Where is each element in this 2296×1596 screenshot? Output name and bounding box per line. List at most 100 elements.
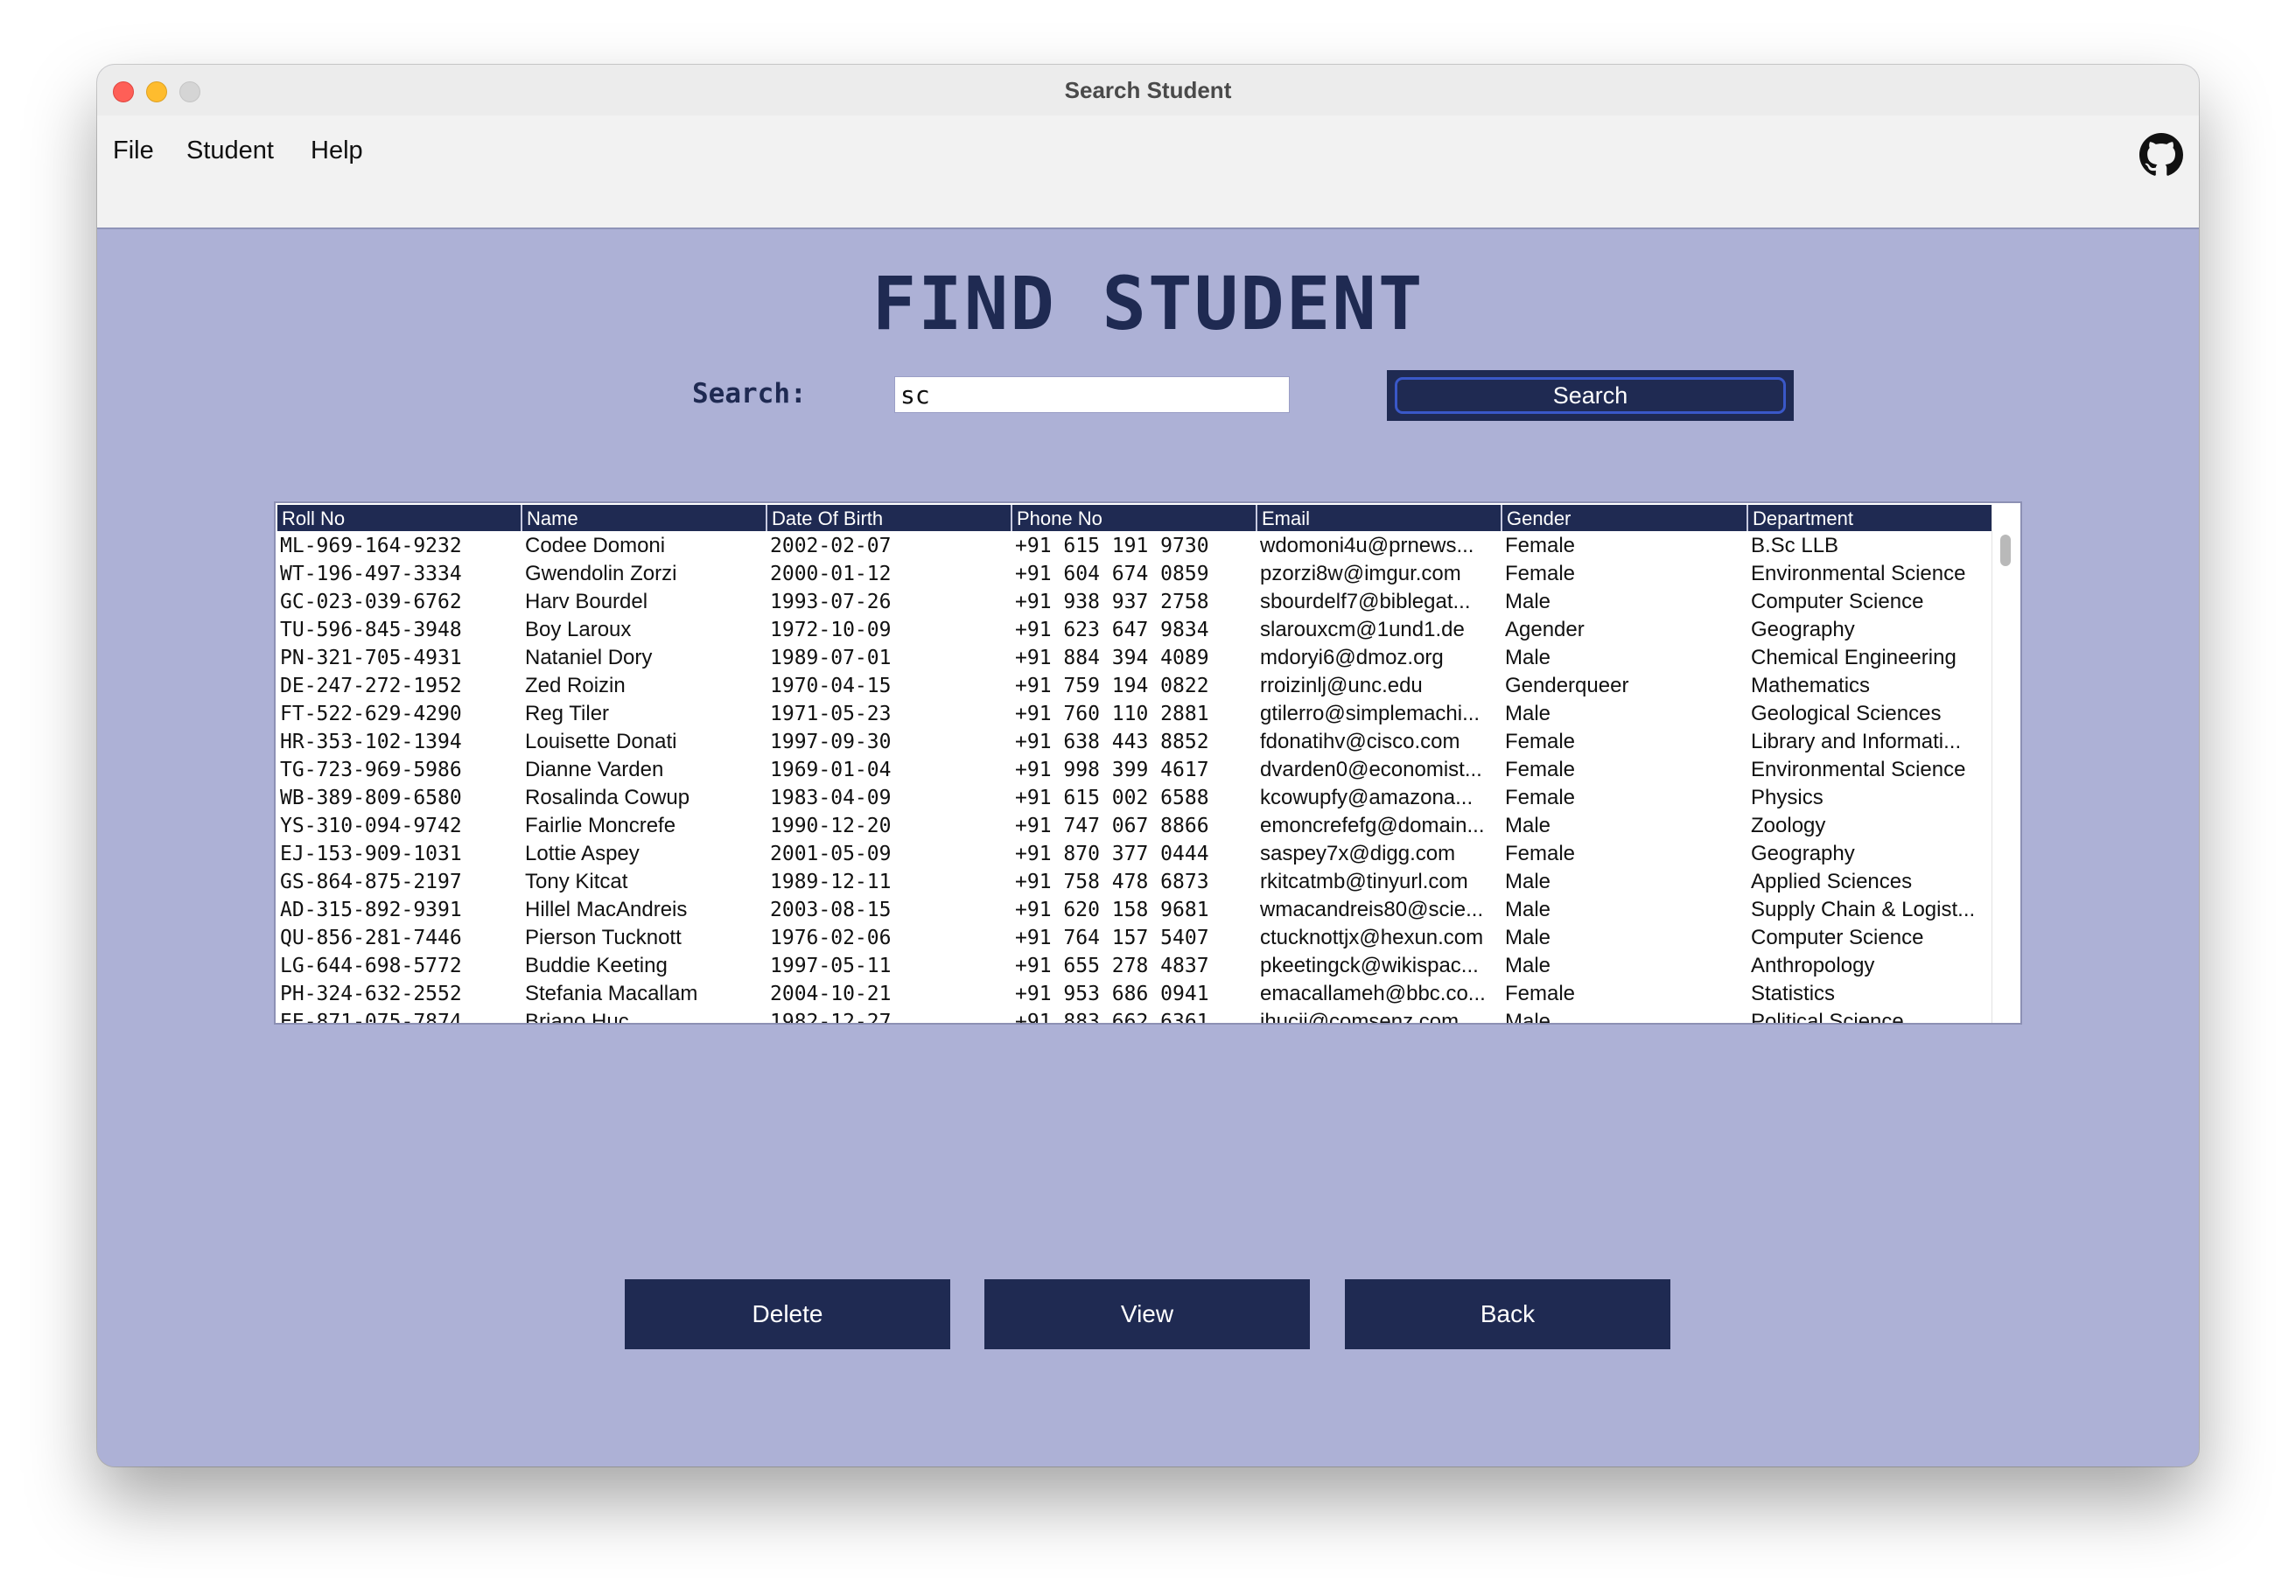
cell-roll-no: WT-196-497-3334 xyxy=(280,563,462,585)
menu-file[interactable]: File xyxy=(113,136,154,165)
cell-gender: Female xyxy=(1505,534,1576,557)
table-scrollbar[interactable] xyxy=(1992,505,2019,1023)
column-header-department[interactable]: Department xyxy=(1748,505,1995,531)
cell-roll-no: TU-596-845-3948 xyxy=(280,619,462,641)
column-header-email[interactable]: Email xyxy=(1257,505,1502,531)
table-row[interactable]: AD-315-892-9391 Hillel MacAndreis 2003-08-… xyxy=(277,897,1995,925)
back-button[interactable]: Back xyxy=(1345,1279,1670,1349)
table-row[interactable]: EJ-153-909-1031 Lottie Aspey 2001-05-09 +91… xyxy=(277,841,1995,869)
cell-gender: Male xyxy=(1505,702,1551,725)
table-row[interactable]: YS-310-094-9742 Fairlie Moncrefe 1990-12-2… xyxy=(277,813,1995,841)
cell-gender: Male xyxy=(1505,1010,1551,1023)
cell-gender: Male xyxy=(1505,590,1551,613)
table-row[interactable]: TG-723-969-5986 Dianne Varden 1969-01-04 +9… xyxy=(277,757,1995,785)
table-row[interactable]: WB-389-809-6580 Rosalinda Cowup 1983-04-09… xyxy=(277,785,1995,813)
delete-button[interactable]: Delete xyxy=(625,1279,950,1349)
cell-gender: Female xyxy=(1505,786,1576,809)
cell-gender: Female xyxy=(1505,730,1576,753)
cell-department: Environmental Science xyxy=(1751,562,1966,585)
table-row[interactable]: LG-644-698-5772 Buddie Keeting 1997-05-11 +… xyxy=(277,953,1995,981)
students-table[interactable]: Roll No Name Date Of Birth Phone No Email Gen… xyxy=(274,501,2022,1025)
cell-name: Boy Laroux xyxy=(525,618,632,641)
menu-bar: File Student Help xyxy=(97,116,2199,228)
cell-phone-no: +91 604 674 0859 xyxy=(1015,563,1209,585)
table-row[interactable]: QU-856-281-7446 Pierson Tucknott 1976-02-0… xyxy=(277,925,1995,953)
cell-name: Stefania Macallam xyxy=(525,982,698,1005)
table-row[interactable]: TU-596-845-3948 Boy Laroux 1972-10-09 +91 6… xyxy=(277,617,1995,645)
table-row[interactable]: HR-353-102-1394 Louisette Donati 1997-09-3… xyxy=(277,729,1995,757)
window-title: Search Student xyxy=(1064,77,1232,103)
cell-department: Zoology xyxy=(1751,814,1826,837)
app-window: Search Student File Student Help FIND ST… xyxy=(97,65,2199,1466)
cell-phone-no: +91 764 157 5407 xyxy=(1015,927,1209,949)
table-row[interactable]: PN-321-705-4931 Nataniel Dory 1989-07-01 +9… xyxy=(277,645,1995,673)
cell-email: emoncrefefg@domain... xyxy=(1260,814,1485,837)
cell-name: Rosalinda Cowup xyxy=(525,786,690,809)
search-input[interactable] xyxy=(894,376,1290,413)
cell-email: saspey7x@digg.com xyxy=(1260,842,1456,865)
table-row[interactable]: FT-522-629-4290 Reg Tiler 1971-05-23 +91 76… xyxy=(277,701,1995,729)
cell-phone-no: +91 655 278 4837 xyxy=(1015,955,1209,977)
column-header-name[interactable]: Name xyxy=(522,505,767,531)
cell-name: Harv Bourdel xyxy=(525,590,648,613)
cell-name: Hillel MacAndreis xyxy=(525,898,688,921)
cell-roll-no: GC-023-039-6762 xyxy=(280,591,462,613)
cell-roll-no: LG-644-698-5772 xyxy=(280,955,462,977)
table-row[interactable]: EE-871-075-7874 Briano Huc 1982-12-27 +91 8… xyxy=(277,1009,1995,1023)
cell-phone-no: +91 758 478 6873 xyxy=(1015,871,1209,893)
cell-date-of-birth: 1976-02-06 xyxy=(770,927,892,949)
column-header-phone-no[interactable]: Phone No xyxy=(1012,505,1257,531)
cell-date-of-birth: 1982-12-27 xyxy=(770,1011,892,1023)
cell-name: Buddie Keeting xyxy=(525,954,668,977)
cell-roll-no: YS-310-094-9742 xyxy=(280,815,462,837)
cell-department: Library and Informati... xyxy=(1751,730,1962,753)
menu-student[interactable]: Student xyxy=(186,136,274,165)
scrollbar-thumb[interactable] xyxy=(2000,535,2011,566)
search-button-label: Search xyxy=(1552,382,1628,409)
cell-date-of-birth: 1983-04-09 xyxy=(770,787,892,809)
cell-date-of-birth: 2004-10-21 xyxy=(770,983,892,1005)
cell-name: Reg Tiler xyxy=(525,702,610,725)
cell-gender: Male xyxy=(1505,814,1551,837)
cell-roll-no: QU-856-281-7446 xyxy=(280,927,462,949)
cell-email: mdoryi6@dmoz.org xyxy=(1260,646,1444,669)
cell-date-of-birth: 2003-08-15 xyxy=(770,899,892,921)
cell-phone-no: +91 953 686 0941 xyxy=(1015,983,1209,1005)
cell-phone-no: +91 883 662 6361 xyxy=(1015,1011,1209,1023)
table-row[interactable]: ML-969-164-9232 Codee Domoni 2002-02-07 +91… xyxy=(277,533,1995,561)
cell-phone-no: +91 998 399 4617 xyxy=(1015,759,1209,781)
cell-name: Nataniel Dory xyxy=(525,646,653,669)
cell-date-of-birth: 1989-07-01 xyxy=(770,647,892,669)
search-label: Search: xyxy=(692,378,807,410)
cell-gender: Male xyxy=(1505,646,1551,669)
table-row[interactable]: DE-247-272-1952 Zed Roizin 1970-04-15 +91 7… xyxy=(277,673,1995,701)
github-icon[interactable] xyxy=(2139,133,2183,177)
cell-roll-no: AD-315-892-9391 xyxy=(280,899,462,921)
cell-phone-no: +91 938 937 2758 xyxy=(1015,591,1209,613)
column-header-roll-no[interactable]: Roll No xyxy=(277,505,522,531)
cell-phone-no: +91 870 377 0444 xyxy=(1015,843,1209,865)
cell-department: Geography xyxy=(1751,618,1855,641)
column-header-date-of-birth[interactable]: Date Of Birth xyxy=(767,505,1012,531)
menu-help[interactable]: Help xyxy=(311,136,363,165)
cell-date-of-birth: 1972-10-09 xyxy=(770,619,892,641)
cell-department: Statistics xyxy=(1751,982,1836,1005)
cell-name: Dianne Varden xyxy=(525,758,664,781)
view-button[interactable]: View xyxy=(984,1279,1310,1349)
cell-roll-no: GS-864-875-2197 xyxy=(280,871,462,893)
cell-phone-no: +91 620 158 9681 xyxy=(1015,899,1209,921)
table-row[interactable]: WT-196-497-3334 Gwendolin Zorzi 2000-01-12… xyxy=(277,561,1995,589)
search-button[interactable]: Search xyxy=(1387,370,1794,421)
column-header-gender[interactable]: Gender xyxy=(1502,505,1748,531)
cell-phone-no: +91 615 002 6588 xyxy=(1015,787,1209,809)
cell-email: rroizinlj@unc.edu xyxy=(1260,674,1423,697)
table-row[interactable]: PH-324-632-2552 Stefania Macallam 2004-10-… xyxy=(277,981,1995,1009)
table-body[interactable]: ML-969-164-9232 Codee Domoni 2002-02-07 +91… xyxy=(277,533,1995,1023)
table-row[interactable]: GS-864-875-2197 Tony Kitcat 1989-12-11 +91 … xyxy=(277,869,1995,897)
cell-email: fdonatihv@cisco.com xyxy=(1260,730,1460,753)
table-row[interactable]: GC-023-039-6762 Harv Bourdel 1993-07-26 +91… xyxy=(277,589,1995,617)
cell-email: ctucknottjx@hexun.com xyxy=(1260,926,1484,949)
cell-email: slarouxcm@1und1.de xyxy=(1260,618,1465,641)
cell-email: rkitcatmb@tinyurl.com xyxy=(1260,870,1468,893)
cell-date-of-birth: 1970-04-15 xyxy=(770,675,892,697)
